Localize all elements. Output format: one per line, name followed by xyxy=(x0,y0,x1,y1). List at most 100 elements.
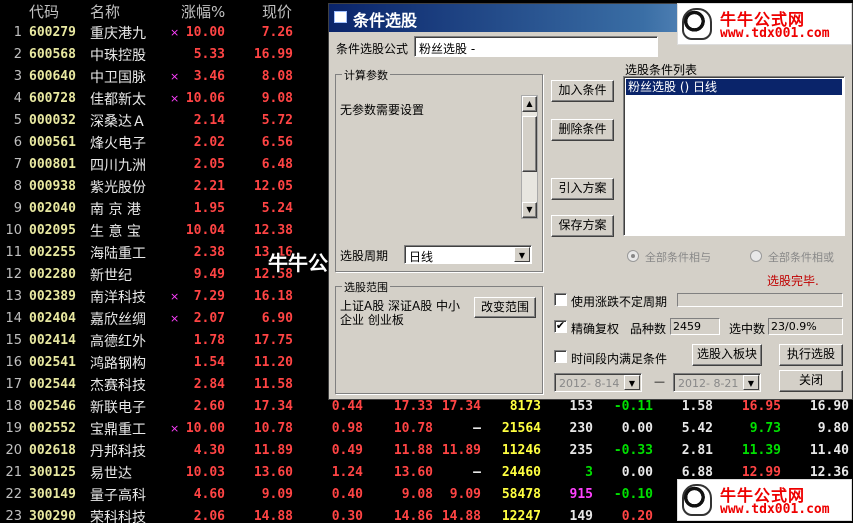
extra-col-2: 13.60 xyxy=(393,465,433,480)
save-plan-button[interactable]: 保存方案 xyxy=(551,215,614,237)
scroll-up-icon[interactable]: ▲ xyxy=(522,96,537,112)
delete-condition-button[interactable]: 删除条件 xyxy=(551,119,614,141)
row-index: 23 xyxy=(5,509,22,523)
stock-name: 鸿路钢构 xyxy=(90,356,146,372)
stock-name: 紫光股份 xyxy=(90,180,146,196)
dialog-title: 条件选股 xyxy=(353,11,418,30)
condition-list[interactable]: 粉丝选股 () 日线 xyxy=(623,76,845,236)
stock-name: 深桑达Ａ xyxy=(90,114,146,130)
close-button[interactable]: 关闭 xyxy=(779,370,843,392)
change-range-button[interactable]: 改变范围 xyxy=(474,297,536,318)
row-index: 9 xyxy=(13,201,22,216)
table-row[interactable]: 19 002552 宝鼎重工 × 10.00 10.78 0.98 10.78 — 21564 23… xyxy=(0,418,853,440)
row-index: 1 xyxy=(13,25,22,40)
header-pct[interactable]: 涨幅% xyxy=(181,1,225,22)
change-pct: 10.00 xyxy=(185,25,225,40)
extra-col-4: 11246 xyxy=(501,443,541,458)
stock-name: 重庆港九 xyxy=(90,26,146,42)
change-pct: 2.02 xyxy=(193,135,225,150)
current-price: 11.58 xyxy=(253,377,293,392)
stock-code: 600568 xyxy=(29,47,76,62)
change-pct: 9.49 xyxy=(193,267,225,282)
or-radio-label: 全部条件相或 xyxy=(768,251,834,264)
status-text: 选股完毕. xyxy=(767,274,819,288)
range-group: 选股范围 上证A股 深证A股 中小企业 创业板 改变范围 xyxy=(335,279,543,394)
calc-params-title: 计算参数 xyxy=(342,67,390,83)
row-index: 4 xyxy=(13,91,22,106)
header-name[interactable]: 名称 xyxy=(90,1,120,22)
current-price: 10.78 xyxy=(253,421,293,436)
extra-col-1: 1.24 xyxy=(331,465,363,480)
stock-name: 新世纪 xyxy=(90,268,132,284)
change-pct: 5.33 xyxy=(193,47,225,62)
stock-code: 000938 xyxy=(29,179,76,194)
chevron-down-icon[interactable]: ▼ xyxy=(514,247,530,262)
run-selection-button[interactable]: 执行选股 xyxy=(779,344,843,366)
stock-code: 600640 xyxy=(29,69,76,84)
rights-mark: × xyxy=(170,422,180,435)
or-radio[interactable] xyxy=(750,250,762,262)
stock-code: 000561 xyxy=(29,135,76,150)
calc-scrollbar[interactable]: ▲ ▼ xyxy=(521,95,538,219)
exact-adjust-label: 精确复权 xyxy=(571,322,620,336)
date-to-value: 2012- 8-21 xyxy=(678,377,739,390)
table-row[interactable]: 20 002618 丹邦科技 4.30 11.89 0.49 11.88 11.89 11246… xyxy=(0,440,853,462)
change-pct: 4.30 xyxy=(193,443,225,458)
extra-col-2: 11.88 xyxy=(393,443,433,458)
stock-code: 002552 xyxy=(29,421,76,436)
scroll-down-icon[interactable]: ▼ xyxy=(522,202,537,218)
window-icon xyxy=(334,11,347,23)
stock-code: 000032 xyxy=(29,113,76,128)
stock-code: 300125 xyxy=(29,465,76,480)
change-pct: 2.14 xyxy=(193,113,225,128)
extra-col-7: 6.88 xyxy=(681,465,713,480)
import-plan-button[interactable]: 引入方案 xyxy=(551,178,614,200)
extra-col-7: 1.58 xyxy=(681,399,713,414)
row-index: 2 xyxy=(13,47,22,62)
stock-name: 南 京 港 xyxy=(90,202,141,218)
extra-col-3: — xyxy=(473,421,481,436)
row-index: 7 xyxy=(13,157,22,172)
current-price: 14.88 xyxy=(253,509,293,523)
exact-adjust-checkbox[interactable]: ✔ xyxy=(554,320,567,333)
to-block-button[interactable]: 选股入板块 xyxy=(692,344,762,366)
header-code[interactable]: 代码 xyxy=(29,1,59,22)
current-price: 6.48 xyxy=(261,157,293,172)
change-pct: 2.06 xyxy=(193,509,225,523)
date-dash: — xyxy=(654,375,665,388)
row-index: 5 xyxy=(13,113,22,128)
time-range-label: 时间段内满足条件 xyxy=(571,352,668,366)
row-index: 14 xyxy=(5,311,22,326)
calendar-dropdown-icon[interactable]: ▼ xyxy=(624,375,640,390)
date-from-value: 2012- 8-14 xyxy=(559,377,620,390)
header-price[interactable]: 现价 xyxy=(262,1,292,22)
formula-select[interactable]: 粉丝选股 - xyxy=(414,36,658,57)
stock-code: 002404 xyxy=(29,311,76,326)
time-range-checkbox[interactable] xyxy=(554,350,567,363)
row-index: 11 xyxy=(5,245,22,260)
period-select[interactable]: 日线 ▼ xyxy=(404,245,532,264)
change-pct: 2.21 xyxy=(193,179,225,194)
use-period-label: 使用涨跌不定周期 xyxy=(571,295,668,309)
extra-col-4: 21564 xyxy=(501,421,541,436)
current-price: 16.18 xyxy=(253,289,293,304)
date-from-picker[interactable]: 2012- 8-14 ▼ xyxy=(554,373,642,392)
add-condition-button[interactable]: 加入条件 xyxy=(551,80,614,102)
row-index: 12 xyxy=(5,267,22,282)
date-to-picker[interactable]: 2012- 8-21 ▼ xyxy=(673,373,761,392)
use-period-checkbox[interactable] xyxy=(554,293,567,306)
scroll-thumb[interactable] xyxy=(522,116,537,172)
extra-col-7: 5.42 xyxy=(681,421,713,436)
stock-name: 量子高科 xyxy=(90,488,146,504)
change-pct: 2.05 xyxy=(193,157,225,172)
calendar-dropdown-icon[interactable]: ▼ xyxy=(743,375,759,390)
extra-col-9: 12.36 xyxy=(809,465,849,480)
and-radio[interactable] xyxy=(627,250,639,262)
current-price: 17.75 xyxy=(253,333,293,348)
row-index: 18 xyxy=(5,399,22,414)
period-value: 日线 xyxy=(409,250,434,264)
stock-code: 002544 xyxy=(29,377,76,392)
extra-col-1: 0.49 xyxy=(331,443,363,458)
rights-mark: × xyxy=(170,312,180,325)
condition-list-item[interactable]: 粉丝选股 () 日线 xyxy=(626,79,842,95)
